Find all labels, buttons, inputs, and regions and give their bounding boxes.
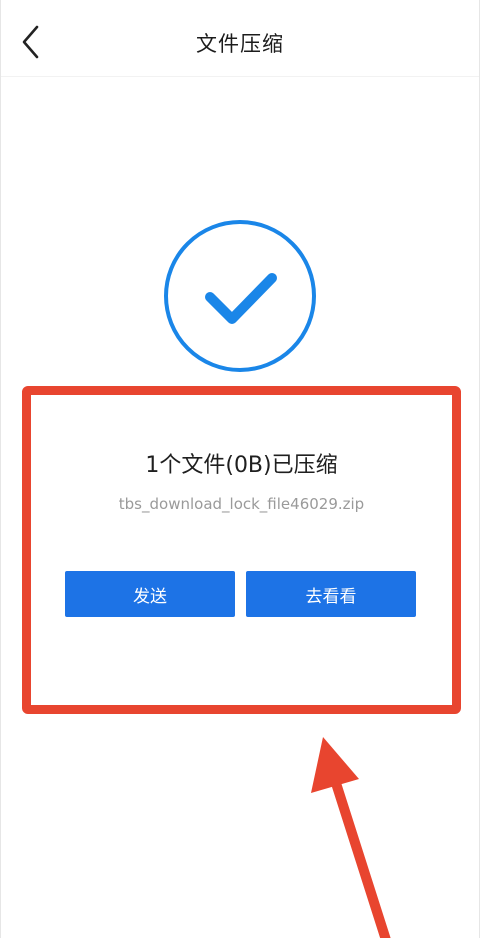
nav-bar: 文件压缩 <box>1 0 479 77</box>
file-name: tbs_download_lock_file46029.zip <box>118 495 365 513</box>
result-highlight-box: 1个文件(0B)已压缩 tbs_download_lock_file46029.… <box>22 386 461 714</box>
check-circle-icon <box>164 220 316 372</box>
view-button[interactable]: 去看看 <box>246 571 416 617</box>
page-title: 文件压缩 <box>196 32 284 56</box>
annotation-arrow-icon <box>311 737 391 938</box>
send-button[interactable]: 发送 <box>65 571 235 617</box>
result-title: 1个文件(0B)已压缩 <box>145 453 338 478</box>
screen: 文件压缩 1个文件(0B)已压缩 tbs_download_lock_file4… <box>0 0 480 938</box>
